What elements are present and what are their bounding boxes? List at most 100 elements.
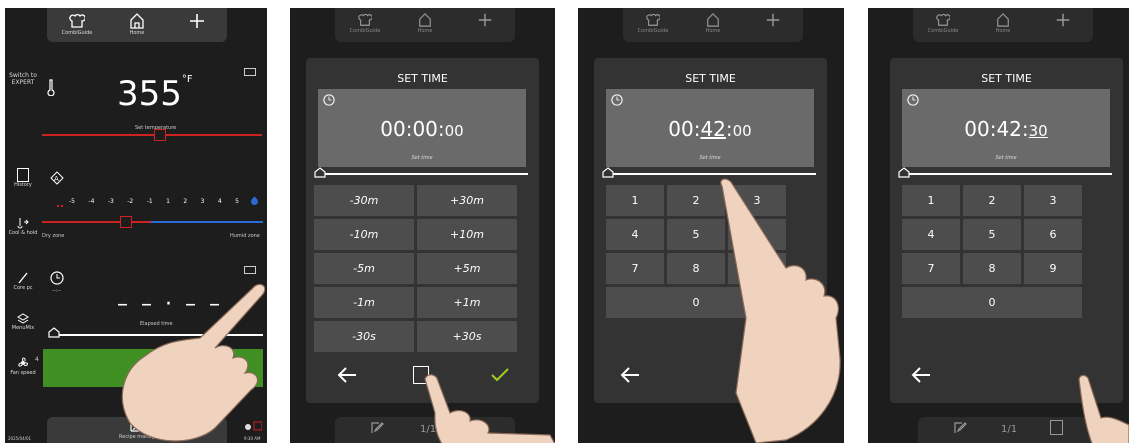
numpad-key[interactable]: 1 <box>606 185 664 216</box>
clock-icon <box>907 94 919 106</box>
humidity-slider-handle[interactable] <box>120 216 132 228</box>
plus-10m-button[interactable]: +10m <box>417 219 517 250</box>
combiguide-label: CombiGuide <box>349 28 381 34</box>
scale-tick: 4 <box>217 198 222 205</box>
slider-handle-icon[interactable] <box>602 167 614 178</box>
edit-icon[interactable] <box>953 421 969 435</box>
home-button[interactable]: Home <box>405 8 445 34</box>
time-hours: 00: <box>668 117 701 141</box>
switch-expert-label: Switch to EXPERT <box>9 72 37 86</box>
set-time-dialog: SET TIME 00:42:30 Set time 1 2 3 4 5 6 7… <box>890 58 1123 403</box>
numpad-key[interactable]: 2 <box>963 185 1021 216</box>
core-probe-button[interactable]: Core pc <box>5 271 41 291</box>
combiguide-button[interactable]: CombiGuide <box>923 8 963 34</box>
numpad-key-zero[interactable]: 0 <box>902 287 1082 318</box>
combiguide-button[interactable]: CombiGuide <box>633 8 673 34</box>
scale-tick: 5 <box>235 198 239 205</box>
numpad-key[interactable]: 7 <box>902 253 960 284</box>
numpad-key[interactable]: 7 <box>606 253 664 284</box>
temperature-value[interactable]: 355°F <box>117 74 193 114</box>
save-icon[interactable] <box>1050 420 1063 435</box>
temperature-slider-handle[interactable] <box>154 129 166 141</box>
plus-30s-button[interactable]: +30s <box>417 321 517 352</box>
minus-30m-button[interactable]: -30m <box>314 185 414 216</box>
humidity-slider-humid[interactable] <box>151 221 263 223</box>
switch-expert-button[interactable]: Switch to EXPERT <box>5 72 41 86</box>
add-button[interactable] <box>177 8 217 30</box>
add-button[interactable] <box>1043 8 1083 28</box>
home-button[interactable]: Home <box>693 8 733 34</box>
combiguide-button[interactable]: CombiGuide <box>57 8 97 36</box>
chef-hat-icon <box>646 13 660 26</box>
numpad-key[interactable]: 4 <box>606 219 664 250</box>
top-nav: CombiGuide Home <box>47 8 227 42</box>
scale-tick: 1 <box>166 198 170 205</box>
add-button[interactable] <box>465 8 505 28</box>
scale-tick: -4 <box>88 198 95 205</box>
numpad-key[interactable]: 1 <box>902 185 960 216</box>
history-button[interactable]: History <box>5 168 41 188</box>
combiguide-button[interactable]: CombiGuide <box>345 8 385 34</box>
svg-text:A: A <box>54 175 59 183</box>
probe-icon <box>18 272 28 284</box>
home-button[interactable]: Home <box>983 8 1023 34</box>
keyboard-icon[interactable] <box>244 266 256 274</box>
automatic-a-icon: A <box>50 171 64 185</box>
pointing-hand-image <box>424 374 555 443</box>
numpad-key[interactable]: 6 <box>1024 219 1082 250</box>
slider-handle-icon[interactable] <box>314 167 326 178</box>
time-value: 00:42:00 <box>668 117 752 141</box>
edit-icon[interactable] <box>370 421 386 435</box>
minus-5m-button[interactable]: -5m <box>314 253 414 284</box>
time-slider[interactable] <box>900 173 1112 175</box>
bottom-nav: 1/1 <box>918 417 1098 443</box>
keyboard-icon[interactable] <box>244 68 256 76</box>
home-label: Home <box>705 28 721 34</box>
time-seconds: 00 <box>444 122 464 140</box>
humidity-slider-dry[interactable] <box>42 221 151 223</box>
plus-icon <box>478 13 492 27</box>
home-label: Home <box>995 28 1011 34</box>
plus-icon <box>1056 13 1070 27</box>
numpad-key[interactable]: 9 <box>1024 253 1082 284</box>
combiguide-label: CombiGuide <box>61 30 93 36</box>
clock-icon <box>323 94 335 106</box>
minus-30s-button[interactable]: -30s <box>314 321 414 352</box>
top-nav: CombiGuide Home <box>623 8 803 42</box>
humidity-scale: -5 -4 -3 -2 -1 1 2 3 4 5 <box>69 198 239 205</box>
pointing-hand-image <box>1078 374 1129 443</box>
time-seconds: 00 <box>732 122 752 140</box>
slider-handle-icon[interactable] <box>898 167 910 178</box>
temperature-slider[interactable] <box>42 134 262 136</box>
time-slider[interactable] <box>316 173 528 175</box>
numpad-key[interactable]: 5 <box>963 219 1021 250</box>
scale-tick: -1 <box>146 198 153 205</box>
plus-1m-button[interactable]: +1m <box>417 287 517 318</box>
numpad-key[interactable]: 8 <box>963 253 1021 284</box>
panel-set-time-quick: CombiGuide Home SET TIME 00:00:00 Set ti… <box>290 8 555 443</box>
back-arrow-icon[interactable] <box>336 366 358 384</box>
clock-icon <box>611 94 623 106</box>
time-display: 00:00:00 Set time <box>318 89 526 167</box>
numpad-key[interactable]: 3 <box>1024 185 1082 216</box>
minus-10m-button[interactable]: -10m <box>314 219 414 250</box>
minus-1m-button[interactable]: -1m <box>314 287 414 318</box>
menumix-icon <box>17 313 29 324</box>
home-icon <box>707 13 719 27</box>
add-button[interactable] <box>753 8 793 28</box>
time-seconds-active: 30 <box>1028 122 1048 140</box>
back-arrow-icon[interactable] <box>910 366 932 384</box>
slider-handle-icon[interactable] <box>48 327 60 338</box>
home-label: Home <box>417 28 433 34</box>
top-nav: CombiGuide Home <box>913 8 1093 42</box>
numpad-key[interactable]: 4 <box>902 219 960 250</box>
chef-hat-icon <box>936 13 950 26</box>
plus-5m-button[interactable]: +5m <box>417 253 517 284</box>
back-arrow-icon[interactable] <box>619 366 641 384</box>
menumix-button[interactable]: MenuMix <box>5 313 41 331</box>
time-slider[interactable] <box>604 173 816 175</box>
menumix-label: MenuMix <box>11 325 35 331</box>
plus-30m-button[interactable]: +30m <box>417 185 517 216</box>
home-button[interactable]: Home <box>117 8 157 36</box>
cool-hold-button[interactable]: Cool & hold <box>5 216 41 236</box>
